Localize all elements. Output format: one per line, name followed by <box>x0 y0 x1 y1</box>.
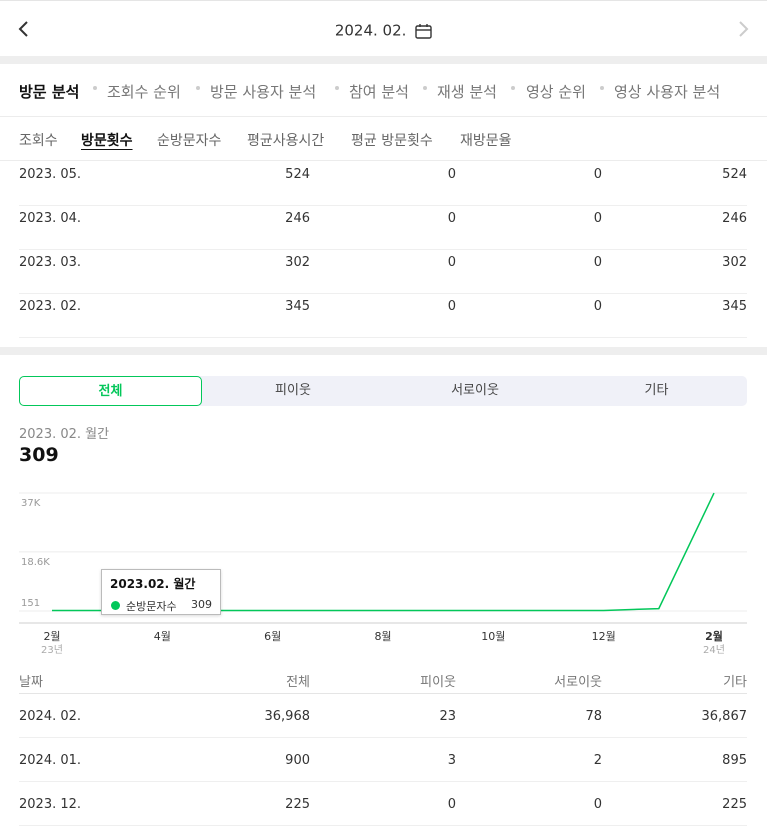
tab-engagement-analysis[interactable]: 참여 분석 <box>349 81 409 102</box>
subtab-avg-usage-time[interactable]: 평균사용시간 <box>247 130 324 150</box>
x-tick-label: 4월 <box>153 630 171 643</box>
tab-separator-dot <box>600 86 604 90</box>
cell-neighbor: 0 <box>447 211 456 226</box>
table-row: 2024. 02. 36,968 23 78 36,867 <box>19 693 747 738</box>
cell-mutual: 0 <box>593 211 602 226</box>
segment-control: 전체 피이웃 서로이웃 기타 <box>19 376 747 406</box>
cell-total: 302 <box>285 255 310 270</box>
series-color-dot <box>111 601 120 610</box>
main-tab-bar: 방문 분석 조회수 순위 방문 사용자 분석 참여 분석 재생 분석 영상 순위… <box>0 64 767 117</box>
subtab-views[interactable]: 조회수 <box>19 130 58 150</box>
y-tick-label: 18.6K <box>21 557 50 568</box>
table-row: 2023. 05. 524 0 0 524 <box>19 161 747 206</box>
cell-neighbor: 3 <box>447 753 456 768</box>
tooltip-series-name: 순방문자수 <box>126 600 177 613</box>
x-tick-year-label: 23년 <box>41 645 63 656</box>
subtab-visits[interactable]: 방문횟수 <box>81 130 133 150</box>
cell-date: 2023. 02. <box>19 299 82 314</box>
cell-date: 2023. 04. <box>19 211 82 226</box>
cell-neighbor: 0 <box>447 299 456 314</box>
x-tick-label: 12월 <box>591 630 616 643</box>
tooltip-series-value: 309 <box>191 598 212 611</box>
cell-mutual: 78 <box>585 709 602 724</box>
subtab-avg-visit-count[interactable]: 평균 방문횟수 <box>351 130 433 150</box>
x-tick-label: 10월 <box>481 630 506 643</box>
cell-neighbor: 23 <box>439 709 456 724</box>
tab-video-user-analysis[interactable]: 영상 사용자 분석 <box>614 81 720 102</box>
cell-mutual: 0 <box>593 797 602 812</box>
cell-total: 345 <box>285 299 310 314</box>
cell-mutual: 2 <box>593 753 602 768</box>
sub-tab-bar: 조회수 방문횟수 순방문자수 평균사용시간 평균 방문횟수 재방문율 <box>0 116 767 161</box>
cell-total: 246 <box>285 211 310 226</box>
x-tick-year-label: 24년 <box>703 645 725 656</box>
cell-mutual: 0 <box>593 167 602 182</box>
segment-all[interactable]: 전체 <box>19 376 202 406</box>
date-navigation-bar: 2024. 02. <box>0 0 767 57</box>
cell-other: 524 <box>722 167 747 182</box>
period-value: 309 <box>19 444 59 466</box>
cell-neighbor: 0 <box>447 797 456 812</box>
cell-other: 225 <box>722 797 747 812</box>
section-divider <box>0 56 767 64</box>
subtab-unique-visitors[interactable]: 순방문자수 <box>157 130 221 150</box>
section-divider <box>0 347 767 355</box>
header-mutual: 서로이웃 <box>554 675 602 690</box>
tab-separator-dot <box>423 86 427 90</box>
cell-date: 2023. 05. <box>19 167 82 182</box>
tab-separator-dot <box>335 86 339 90</box>
cell-neighbor: 0 <box>447 167 456 182</box>
cell-mutual: 0 <box>593 255 602 270</box>
segment-mutual-neighbor[interactable]: 서로이웃 <box>384 376 566 406</box>
y-tick-label: 151 <box>21 598 41 609</box>
subtab-revisit-rate[interactable]: 재방문율 <box>460 130 512 150</box>
segment-other[interactable]: 기타 <box>566 376 747 406</box>
tab-view-rank[interactable]: 조회수 순위 <box>107 81 181 102</box>
cell-date: 2023. 12. <box>19 797 82 812</box>
tooltip-title: 2023.02. 월간 <box>110 577 196 591</box>
cell-other: 345 <box>722 299 747 314</box>
header-date: 날짜 <box>19 675 43 690</box>
cell-other: 895 <box>722 753 747 768</box>
tab-visit-analysis[interactable]: 방문 분석 <box>19 81 79 102</box>
cell-total: 900 <box>285 753 310 768</box>
period-label: 2023. 02. 월간 <box>19 427 110 442</box>
calendar-icon <box>415 23 432 39</box>
table-header: 날짜 전체 피이웃 서로이웃 기타 <box>19 670 747 694</box>
table-row: 2024. 01. 900 3 2 895 <box>19 737 747 782</box>
x-tick-label: 8월 <box>374 630 392 643</box>
table-row: 2023. 03. 302 0 0 302 <box>19 249 747 294</box>
header-other: 기타 <box>723 675 747 690</box>
cell-total: 524 <box>285 167 310 182</box>
table-row: 2023. 04. 246 0 0 246 <box>19 205 747 250</box>
cell-neighbor: 0 <box>447 255 456 270</box>
chevron-right-icon[interactable] <box>733 19 753 39</box>
x-tick-label: 6월 <box>264 630 282 643</box>
chart-tooltip: 2023.02. 월간 순방문자수 309 <box>101 569 221 615</box>
header-total: 전체 <box>286 675 310 690</box>
y-tick-label: 37K <box>21 498 41 509</box>
table-row: 2023. 02. 345 0 0 345 <box>19 293 747 338</box>
tab-separator-dot <box>196 86 200 90</box>
cell-other: 246 <box>722 211 747 226</box>
cell-other: 36,867 <box>701 709 748 724</box>
cell-date: 2024. 01. <box>19 753 82 768</box>
tab-video-rank[interactable]: 영상 순위 <box>526 81 586 102</box>
table-row: 2023. 12. 225 0 0 225 <box>19 781 747 826</box>
tab-separator-dot <box>511 86 515 90</box>
header-neighbor: 피이웃 <box>420 675 456 690</box>
cell-other: 302 <box>722 255 747 270</box>
tab-visitor-analysis[interactable]: 방문 사용자 분석 <box>210 81 316 102</box>
current-date: 2024. 02. <box>334 21 407 40</box>
tab-separator-dot <box>93 86 97 90</box>
cell-total: 225 <box>285 797 310 812</box>
cell-mutual: 0 <box>593 299 602 314</box>
segment-neighbor[interactable]: 피이웃 <box>202 376 384 406</box>
tab-playback-analysis[interactable]: 재생 분석 <box>437 81 497 102</box>
date-selector[interactable]: 2024. 02. <box>0 21 767 40</box>
cell-total: 36,968 <box>264 709 311 724</box>
cell-date: 2023. 03. <box>19 255 82 270</box>
cell-date: 2024. 02. <box>19 709 82 724</box>
